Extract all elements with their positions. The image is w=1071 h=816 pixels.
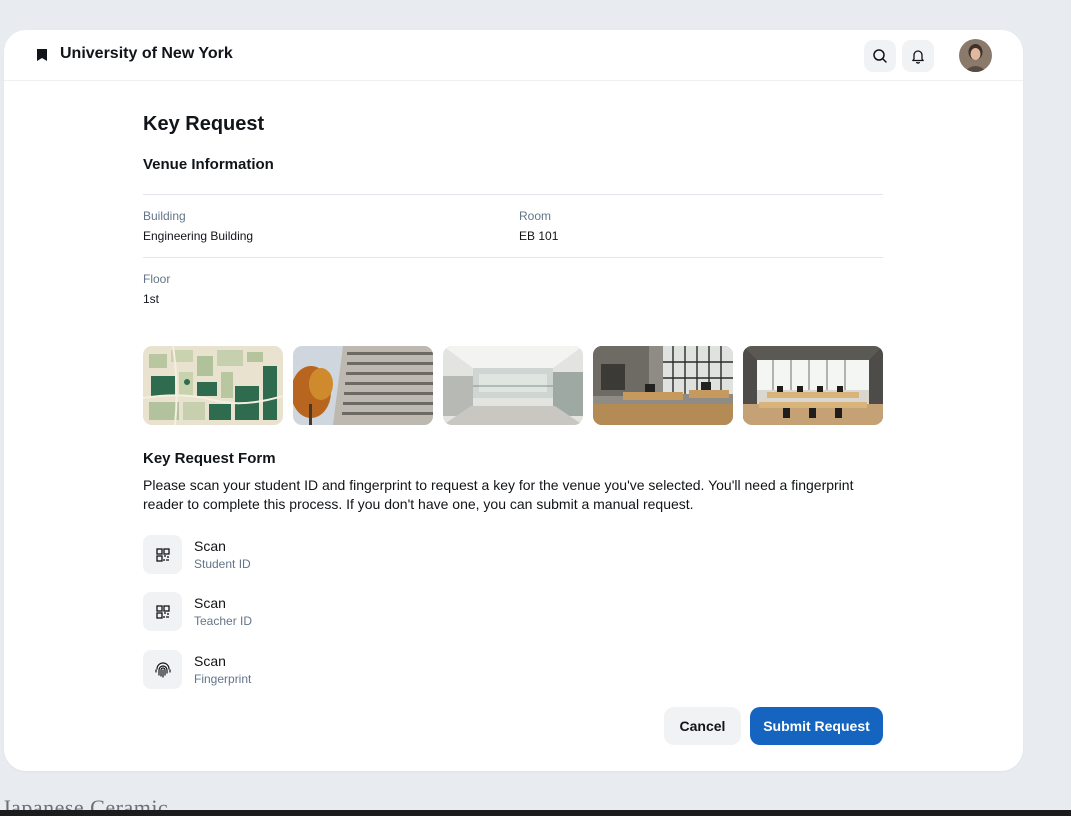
top-bar: University of New York <box>4 30 1023 81</box>
flag-icon <box>37 49 47 61</box>
scan-subtitle: Fingerprint <box>194 672 252 686</box>
notifications-button[interactable] <box>902 40 934 72</box>
cancel-button[interactable]: Cancel <box>664 707 741 745</box>
atrium-interior-thumbnail[interactable] <box>443 346 583 425</box>
office-room-thumbnail[interactable] <box>593 346 733 425</box>
building-label: Building <box>143 209 186 223</box>
scan-title: Scan <box>194 538 226 554</box>
room-label: Room <box>519 209 552 223</box>
qr-code-icon <box>143 535 182 574</box>
building-value: Engineering Building <box>143 229 254 243</box>
page-title: Key Request <box>143 113 265 135</box>
search-icon <box>873 49 887 63</box>
scan-student-id-button[interactable]: Scan Student ID <box>143 535 543 575</box>
submit-request-button[interactable]: Submit Request <box>750 707 883 745</box>
scan-title: Scan <box>194 653 226 669</box>
form-description: Please scan your student ID and fingerpr… <box>143 477 854 512</box>
qr-code-icon <box>143 592 182 631</box>
scan-title: Scan <box>194 595 226 611</box>
scan-fingerprint-button[interactable]: Scan Fingerprint <box>143 650 543 690</box>
floor-value: 1st <box>143 292 160 306</box>
scan-teacher-id-button[interactable]: Scan Teacher ID <box>143 592 543 632</box>
campus-map-thumbnail[interactable] <box>143 346 283 425</box>
background-window-edge <box>0 810 1071 816</box>
scan-subtitle: Teacher ID <box>194 614 253 628</box>
search-button[interactable] <box>864 40 896 72</box>
venue-section-title: Venue Information <box>143 156 274 173</box>
open-workspace-thumbnail[interactable] <box>743 346 883 425</box>
fingerprint-icon <box>143 650 182 689</box>
avatar-image <box>959 39 992 72</box>
floor-label: Floor <box>143 272 171 286</box>
avatar[interactable] <box>959 39 992 72</box>
divider <box>143 257 883 258</box>
bell-icon <box>912 50 924 64</box>
room-value: EB 101 <box>519 229 559 243</box>
divider <box>143 194 883 195</box>
scan-subtitle: Student ID <box>194 557 251 571</box>
brand-name[interactable]: University of New York <box>60 45 233 63</box>
key-request-card: University of New York Key Request Venue <box>4 30 1023 771</box>
form-section-title: Key Request Form <box>143 450 276 467</box>
building-exterior-thumbnail[interactable] <box>293 346 433 425</box>
